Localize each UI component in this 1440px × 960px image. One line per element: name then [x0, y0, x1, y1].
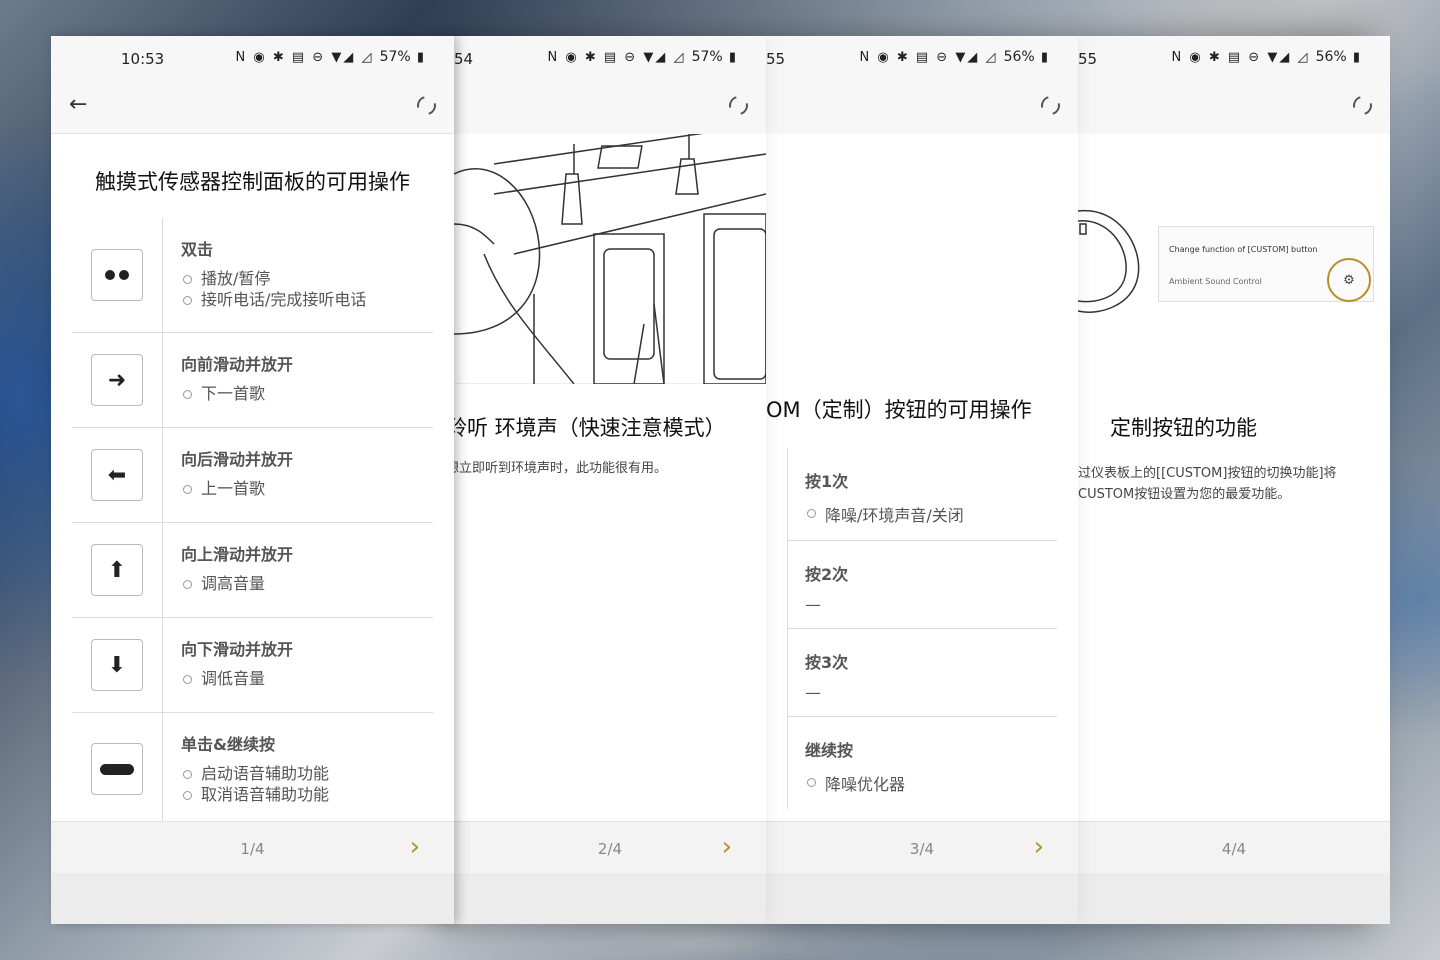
- nav-bar-area: [1078, 873, 1390, 924]
- operation-action: 播放/暂停: [181, 268, 366, 289]
- operation-name: 向下滑动并放开: [181, 640, 294, 659]
- pager-footer: 4/4: [1078, 821, 1390, 873]
- press-row: 按1次 降噪/环境声音/关闭: [787, 448, 1057, 541]
- operation-action: 取消语音辅助功能: [181, 784, 329, 805]
- page-indicator: 1/4: [240, 840, 265, 858]
- page-indicator: 4/4: [1221, 840, 1247, 858]
- status-bar: 55 N ◉ ✱ ▤ ⊖ ▼◢ ◿ 56% ▮: [1078, 36, 1390, 80]
- app-bar: ←: [51, 80, 454, 134]
- press-row: 继续按 降噪优化器: [787, 717, 1057, 809]
- battery-percent: 56%: [1003, 49, 1035, 65]
- operation-row-swipe-down: ⬇ 向下滑动并放开 调低音量: [72, 618, 433, 713]
- press-name: 按1次: [805, 472, 849, 491]
- press-row: 按3次 —: [787, 629, 1057, 717]
- refresh-icon[interactable]: [725, 92, 752, 119]
- status-bar: 54 N ◉ ✱ ▤ ⊖ ▼◢ ◿ 57% ▮: [454, 36, 766, 80]
- operation-name: 单击&继续按: [181, 735, 275, 754]
- phone-screen-page-2: 54 N ◉ ✱ ▤ ⊖ ▼◢ ◿ 57% ▮ 聆听 环境声（快速注意模式） 想…: [454, 36, 766, 924]
- refresh-icon[interactable]: [413, 92, 440, 119]
- phone-screen-page-4: 55 N ◉ ✱ ▤ ⊖ ▼◢ ◿ 56% ▮ Change function …: [1078, 36, 1390, 924]
- status-bar: 10:53 N ◉ ✱ ▤ ⊖ ▼◢ ◿ 57% ▮: [51, 36, 454, 80]
- page-indicator: 3/4: [909, 840, 935, 858]
- status-icons: N ◉ ✱ ▤ ⊖ ▼◢ ◿ 57% ▮: [547, 49, 738, 65]
- back-arrow-icon[interactable]: ←: [69, 92, 87, 117]
- page-description-line-2: CUSTOM按钮设置为您的最爱功能。: [1078, 487, 1291, 502]
- page-description-line-1: 过仪表板上的[[CUSTOM]按钮的切换功能]将: [1078, 466, 1337, 481]
- pager-footer: 3/4 ›: [766, 821, 1078, 873]
- press-name: 继续按: [805, 741, 854, 760]
- page-title: 聆听 环境声（快速注意模式）: [454, 416, 726, 440]
- page-title: 触摸式传感器控制面板的可用操作: [95, 170, 410, 194]
- operation-row-swipe-forward: ➜ 向前滑动并放开 下一首歌: [72, 333, 433, 428]
- next-chevron-icon[interactable]: ›: [410, 832, 420, 862]
- refresh-icon[interactable]: [1037, 92, 1064, 119]
- nav-bar-area: [766, 873, 1078, 924]
- app-bar: [454, 80, 766, 134]
- press-action: 降噪/环境声音/关闭: [805, 502, 1057, 526]
- headphone-earcup-drawing: [1078, 209, 1140, 313]
- nav-bar-area: [51, 873, 454, 924]
- pager-footer: 1/4 ›: [51, 821, 454, 873]
- operation-row-double-tap: 双击 播放/暂停 接听电话/完成接听电话: [72, 218, 433, 333]
- train-illustration: [454, 123, 766, 385]
- page-description: 想立即听到环境声时，此功能很有用。: [454, 461, 668, 476]
- app-bar: [1078, 80, 1390, 134]
- next-chevron-icon[interactable]: ›: [1034, 832, 1044, 862]
- custom-function-card: Change function of [CUSTOM] button Ambie…: [1158, 226, 1374, 302]
- operation-name: 向后滑动并放开: [181, 450, 294, 469]
- status-time: 55: [1078, 50, 1098, 68]
- operation-row-swipe-back: ⬅ 向后滑动并放开 上一首歌: [72, 428, 433, 523]
- page-title: OM（定制）按钮的可用操作: [766, 398, 1032, 422]
- press-row: 按2次 —: [787, 541, 1057, 629]
- nav-bar-area: [454, 873, 766, 924]
- arrow-down-icon: ⬇: [91, 639, 143, 691]
- arrow-right-icon: ➜: [91, 354, 143, 406]
- battery-percent: 56%: [1315, 49, 1347, 65]
- status-time: 54: [454, 50, 474, 68]
- status-icons: N ◉ ✱ ▤ ⊖ ▼◢ ◿ 57% ▮: [235, 49, 426, 65]
- phone-screen-page-3: 55 N ◉ ✱ ▤ ⊖ ▼◢ ◿ 56% ▮ OM（定制）按钮的可用操作 按1…: [766, 36, 1078, 924]
- press-action: —: [805, 595, 821, 614]
- operation-name: 向上滑动并放开: [181, 545, 294, 564]
- operation-action: 调高音量: [181, 573, 293, 594]
- press-name: 按3次: [805, 653, 849, 672]
- operation-name: 向前滑动并放开: [181, 355, 294, 374]
- double-dot-icon: [91, 249, 143, 301]
- illustration-area: [766, 134, 1078, 384]
- status-time: 55: [766, 50, 786, 68]
- operation-list: 双击 播放/暂停 接听电话/完成接听电话 ➜ 向前滑动并放开 下一首歌 ⬅ 向后…: [72, 218, 433, 825]
- pager-footer: 2/4 ›: [454, 821, 766, 873]
- train-passenger-drawing: [454, 123, 766, 385]
- press-action: —: [805, 683, 821, 702]
- refresh-icon[interactable]: [1349, 92, 1376, 119]
- gear-icon[interactable]: ⚙: [1327, 258, 1371, 302]
- page-title: 定制按钮的功能: [1110, 416, 1257, 440]
- card-heading: Change function of [CUSTOM] button: [1169, 245, 1318, 254]
- status-bar: 55 N ◉ ✱ ▤ ⊖ ▼◢ ◿ 56% ▮: [766, 36, 1078, 80]
- operation-action: 启动语音辅助功能: [181, 763, 329, 784]
- battery-percent: 57%: [379, 49, 411, 65]
- operation-name: 双击: [181, 240, 214, 259]
- arrow-up-icon: ⬆: [91, 544, 143, 596]
- status-time: 10:53: [121, 50, 165, 68]
- arrow-left-icon: ⬅: [91, 449, 143, 501]
- operation-action: 上一首歌: [181, 478, 293, 499]
- operation-action: 调低音量: [181, 668, 293, 689]
- press-name: 按2次: [805, 565, 849, 584]
- operation-row-long-press: 单击&继续按 启动语音辅助功能 取消语音辅助功能: [72, 713, 433, 825]
- phone-screen-page-1: 10:53 N ◉ ✱ ▤ ⊖ ▼◢ ◿ 57% ▮ ← 触摸式传感器控制面板的…: [51, 36, 454, 924]
- operation-row-swipe-up: ⬆ 向上滑动并放开 调高音量: [72, 523, 433, 618]
- app-bar: [766, 80, 1078, 134]
- status-icons: N ◉ ✱ ▤ ⊖ ▼◢ ◿ 56% ▮: [1171, 49, 1362, 65]
- page-indicator: 2/4: [597, 840, 623, 858]
- card-value: Ambient Sound Control: [1169, 277, 1262, 286]
- status-icons: N ◉ ✱ ▤ ⊖ ▼◢ ◿ 56% ▮: [859, 49, 1050, 65]
- battery-percent: 57%: [691, 49, 723, 65]
- long-press-icon: [91, 743, 143, 795]
- press-operation-list: 按1次 降噪/环境声音/关闭 按2次 — 按3次 — 继续按 降噪优化器: [787, 448, 1057, 809]
- press-action: 降噪优化器: [805, 771, 1057, 795]
- next-chevron-icon[interactable]: ›: [722, 832, 732, 862]
- operation-action: 接听电话/完成接听电话: [181, 289, 366, 310]
- operation-action: 下一首歌: [181, 383, 293, 404]
